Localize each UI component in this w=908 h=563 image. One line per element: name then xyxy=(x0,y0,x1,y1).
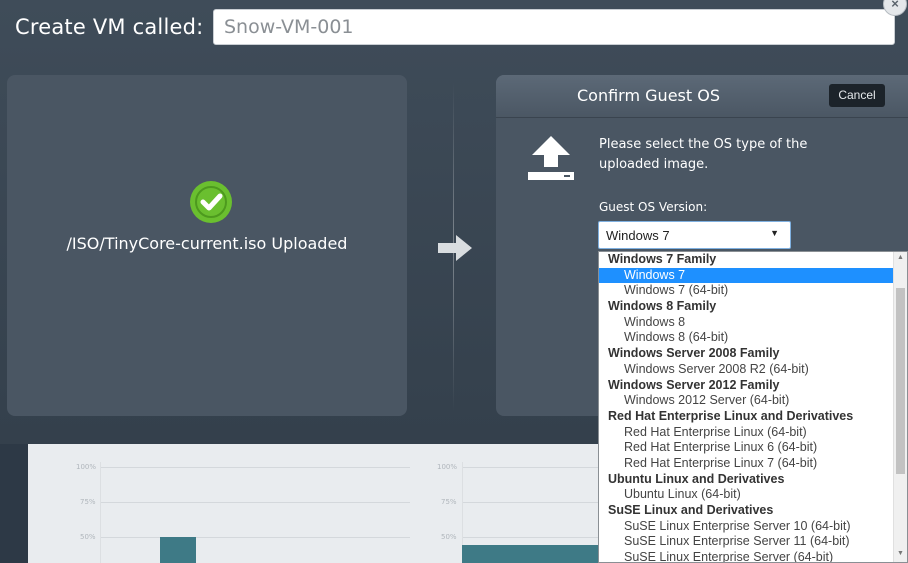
arrow-right-icon xyxy=(438,233,474,268)
upload-icon xyxy=(528,135,574,186)
dropdown-group-header: Ubuntu Linux and Derivatives xyxy=(608,471,785,486)
success-check-icon xyxy=(190,181,232,223)
dropdown-group-header: Windows Server 2012 Family xyxy=(608,377,780,392)
dropdown-option[interactable]: Ubuntu Linux (64-bit) xyxy=(599,487,895,503)
dropdown-option[interactable]: Windows Server 2008 R2 (64-bit) xyxy=(599,362,895,378)
bg-gridline xyxy=(100,467,410,468)
instruction-text: Please select the OS type of the uploade… xyxy=(599,137,808,172)
dropdown-option[interactable]: Windows 8 (64-bit) xyxy=(599,330,895,346)
dropdown-option[interactable]: Red Hat Enterprise Linux 7 (64-bit) xyxy=(599,456,895,472)
bg-axis xyxy=(100,462,101,563)
scroll-down-icon[interactable]: ▼ xyxy=(894,550,907,557)
dropdown-option[interactable]: Windows 7 xyxy=(599,267,895,284)
dropdown-option[interactable]: Red Hat Enterprise Linux 6 (64-bit) xyxy=(599,440,895,456)
bg-ytick: 100% xyxy=(437,463,458,471)
cancel-button[interactable]: Cancel xyxy=(829,84,885,107)
dropdown-group-header: SuSE Linux and Derivatives xyxy=(608,503,774,517)
guest-os-select-value: Windows 7 xyxy=(606,228,670,243)
scroll-up-icon[interactable]: ▲ xyxy=(894,254,907,261)
dropdown-option[interactable]: Windows 7 (64-bit) xyxy=(599,283,895,299)
guest-os-dropdown-list[interactable]: Windows 7 Family Windows 7 Windows 7 (64-b… xyxy=(598,251,908,563)
bg-ytick: 100% xyxy=(76,463,97,471)
bg-gridline xyxy=(462,467,598,468)
dropdown-group-header: Windows 7 Family xyxy=(608,252,717,266)
bg-gridline xyxy=(100,502,410,503)
bg-ytick: 75% xyxy=(80,498,96,506)
upload-status-panel: /ISO/TinyCore-current.iso Uploaded xyxy=(7,75,407,416)
guest-os-version-label: Guest OS Version: xyxy=(599,200,708,214)
confirm-panel-header: Confirm Guest OS Cancel xyxy=(496,75,908,118)
scrollbar-thumb[interactable] xyxy=(896,288,905,474)
confirm-panel-title: Confirm Guest OS xyxy=(577,86,720,105)
vm-name-input[interactable] xyxy=(213,9,895,45)
dropdown-option[interactable]: Windows 8 xyxy=(599,315,895,331)
dropdown-option[interactable]: Red Hat Enterprise Linux (64-bit) xyxy=(599,425,895,441)
upload-status-text: /ISO/TinyCore-current.iso Uploaded xyxy=(66,234,348,253)
dropdown-option[interactable]: SuSE Linux Enterprise Server 11 (64-bit) xyxy=(599,534,895,550)
dropdown-option[interactable]: SuSE Linux Enterprise Server (64-bit) xyxy=(599,550,895,562)
dropdown-scrollbar[interactable]: ▲ ▼ xyxy=(893,252,907,562)
bg-chart-bar xyxy=(160,537,196,563)
dropdown-option[interactable]: SuSE Linux Enterprise Server 10 (64-bit) xyxy=(599,519,895,535)
bg-gridline xyxy=(462,537,598,538)
dropdown-option[interactable]: Windows 2012 Server (64-bit) xyxy=(599,393,895,409)
bg-gridline xyxy=(462,502,598,503)
bg-ytick: 75% xyxy=(441,498,457,506)
bg-gridline xyxy=(100,537,410,538)
bg-ytick: 50% xyxy=(441,533,457,541)
guest-os-select[interactable]: Windows 7 ▼ xyxy=(598,221,791,249)
dropdown-group-header: Windows 8 Family xyxy=(608,299,717,314)
bg-ytick: 50% xyxy=(80,533,96,541)
dropdown-group-header: Windows Server 2008 Family xyxy=(608,346,780,361)
chevron-down-icon: ▼ xyxy=(770,228,779,238)
bg-chart-area xyxy=(462,545,598,563)
dropdown-options: Windows 7 Family Windows 7 Windows 7 (64-b… xyxy=(599,252,895,562)
create-vm-label: Create VM called: xyxy=(15,15,204,39)
dropdown-group-header: Red Hat Enterprise Linux and Derivatives xyxy=(608,408,854,423)
